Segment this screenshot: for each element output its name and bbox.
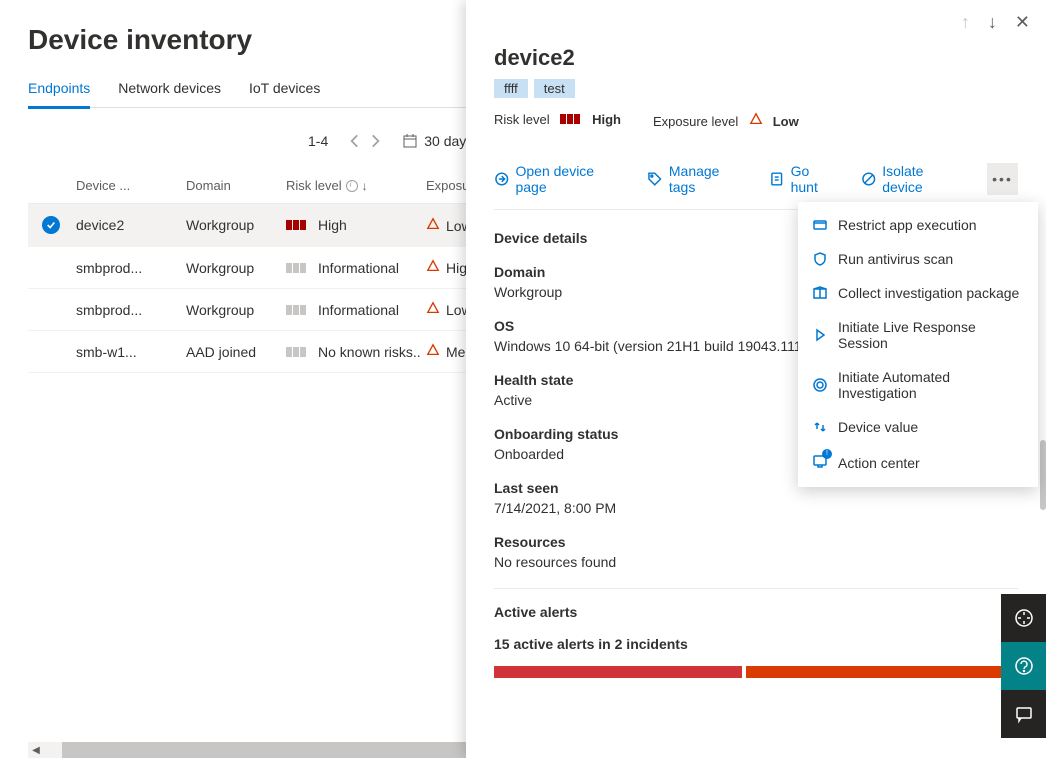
risk-level-label: Risk level [494, 112, 550, 127]
hunt-icon [769, 171, 784, 187]
action-label: Isolate device [882, 163, 965, 195]
alerts-severity-bar [494, 666, 1018, 678]
cell-device: smbprod... [76, 302, 186, 318]
risk-level-value: High [592, 112, 621, 127]
more-actions-button[interactable]: ••• [987, 163, 1018, 195]
cell-risk: Informational [286, 302, 426, 318]
menu-live-response[interactable]: Initiate Live Response Session [798, 310, 1038, 360]
warning-icon [426, 259, 440, 273]
detail-value: No resources found [494, 554, 1018, 570]
col-risk-label: Risk level [286, 178, 342, 193]
cell-device: smb-w1... [76, 344, 186, 360]
panel-device-name: device2 [494, 45, 1018, 71]
menu-label: Initiate Automated Investigation [838, 369, 1024, 401]
detail-value: 7/14/2021, 8:00 PM [494, 500, 1018, 516]
cell-risk: Informational [286, 260, 426, 276]
feedback-icon [1014, 704, 1034, 724]
shield-icon [812, 251, 828, 267]
cell-domain: AAD joined [186, 344, 286, 360]
menu-restrict-app[interactable]: Restrict app execution [798, 208, 1038, 242]
menu-automated-investigation[interactable]: Initiate Automated Investigation [798, 360, 1038, 410]
play-icon [812, 327, 828, 343]
action-label: Open device page [515, 163, 625, 195]
notification-badge: ! [822, 449, 832, 459]
cell-domain: Workgroup [186, 302, 286, 318]
rail-feedback-button[interactable] [1001, 690, 1046, 738]
menu-collect-package[interactable]: Collect investigation package [798, 276, 1038, 310]
panel-scrollbar[interactable] [1040, 440, 1046, 510]
rail-compass-button[interactable] [1001, 594, 1046, 642]
open-icon [494, 171, 509, 187]
action-label: Go hunt [791, 163, 839, 195]
cell-domain: Workgroup [186, 217, 286, 233]
warning-icon [749, 112, 763, 126]
warning-icon [426, 301, 440, 315]
up-arrow-icon[interactable]: ↑ [961, 12, 970, 33]
cell-device: smbprod... [76, 260, 186, 276]
rail-help-button[interactable] [1001, 642, 1046, 690]
active-alerts-header[interactable]: Active alerts [494, 604, 577, 620]
alerts-summary: 15 active alerts in 2 incidents [494, 636, 1018, 652]
col-risk[interactable]: Risk level ↓ [286, 178, 426, 193]
time-filter-button[interactable]: 30 days [402, 133, 473, 149]
package-icon [812, 285, 828, 301]
detail-label: Resources [494, 534, 1018, 550]
menu-label: Restrict app execution [838, 217, 977, 233]
cell-domain: Workgroup [186, 260, 286, 276]
col-domain[interactable]: Domain [186, 178, 286, 193]
more-actions-menu: Restrict app execution Run antivirus sca… [798, 202, 1038, 487]
manage-tags-button[interactable]: Manage tags [647, 163, 747, 195]
warning-icon [426, 217, 440, 231]
tag-icon [647, 171, 662, 187]
gear-icon [812, 377, 828, 393]
cell-device: device2 [76, 217, 186, 233]
pager-text: 1-4 [308, 133, 328, 149]
exposure-level-value: Low [773, 114, 799, 129]
menu-label: Collect investigation package [838, 285, 1019, 301]
menu-device-value[interactable]: Device value [798, 410, 1038, 444]
menu-label: Action center [838, 455, 920, 471]
down-arrow-icon[interactable]: ↓ [988, 12, 997, 33]
menu-action-center[interactable]: ! Action center [798, 444, 1038, 481]
tag[interactable]: ffff [494, 79, 528, 98]
open-device-page-button[interactable]: Open device page [494, 163, 625, 195]
exposure-level-label: Exposure level [653, 114, 738, 129]
isolate-device-button[interactable]: Isolate device [861, 163, 965, 195]
more-icon: ••• [992, 171, 1013, 187]
action-label: Manage tags [669, 163, 747, 195]
go-hunt-button[interactable]: Go hunt [769, 163, 839, 195]
tab-iot-devices[interactable]: IoT devices [249, 80, 320, 107]
menu-label: Initiate Live Response Session [838, 319, 1024, 351]
close-icon[interactable]: ✕ [1015, 12, 1030, 33]
updown-icon [812, 419, 828, 435]
help-rail [1001, 594, 1046, 738]
isolate-icon [861, 171, 876, 187]
sort-arrow-icon: ↓ [362, 179, 368, 193]
tag[interactable]: test [534, 79, 575, 98]
menu-label: Device value [838, 419, 918, 435]
col-device[interactable]: Device ... [76, 178, 186, 193]
tab-network-devices[interactable]: Network devices [118, 80, 221, 107]
chevron-right-icon[interactable] [366, 132, 384, 150]
menu-label: Run antivirus scan [838, 251, 953, 267]
scrollbar-thumb[interactable] [62, 742, 469, 758]
restrict-icon [812, 217, 828, 233]
cell-risk: No known risks.. [286, 344, 426, 360]
chevron-left-icon[interactable] [346, 132, 364, 150]
cell-risk: High [286, 217, 426, 233]
menu-antivirus-scan[interactable]: Run antivirus scan [798, 242, 1038, 276]
calendar-icon [402, 133, 418, 149]
info-icon[interactable] [346, 180, 358, 192]
compass-icon [1014, 608, 1034, 628]
row-selected-icon[interactable] [42, 216, 60, 234]
tab-endpoints[interactable]: Endpoints [28, 80, 90, 109]
warning-icon [426, 343, 440, 357]
help-icon [1014, 656, 1034, 676]
